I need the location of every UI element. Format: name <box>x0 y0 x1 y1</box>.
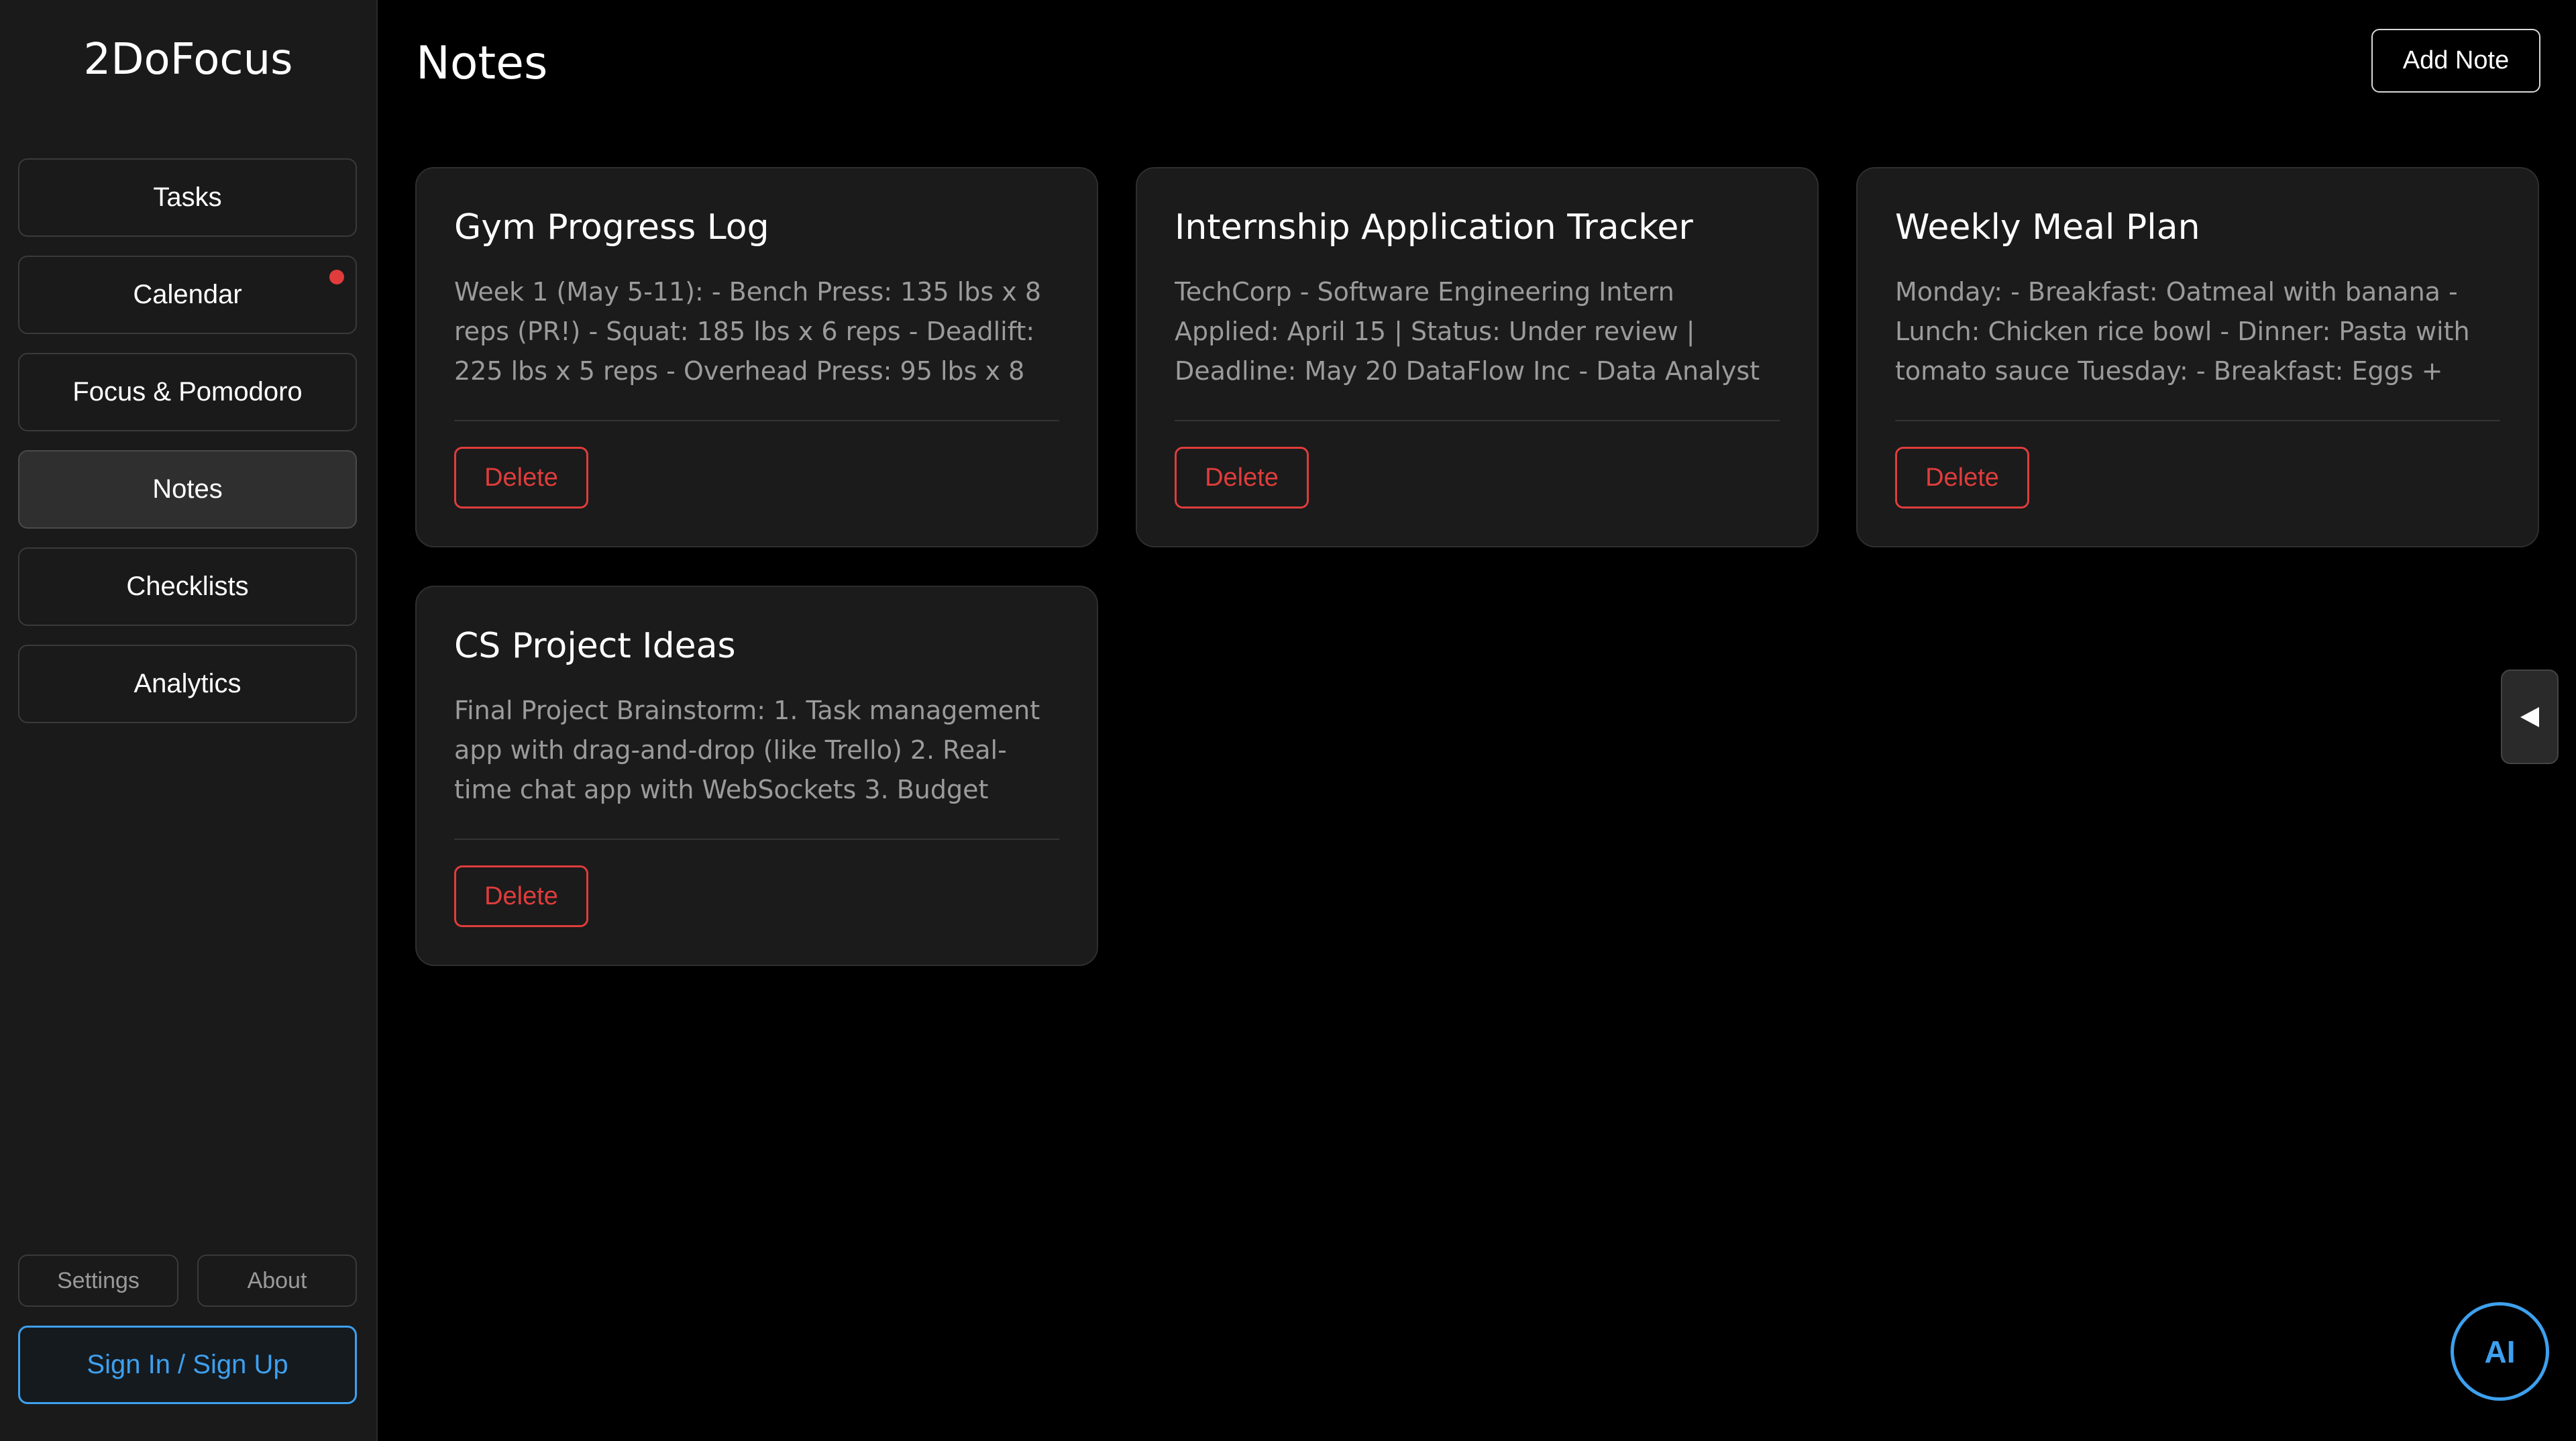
note-preview: Week 1 (May 5-11): - Bench Press: 135 lb… <box>454 277 1042 386</box>
delete-note-button[interactable]: Delete <box>454 865 588 927</box>
delete-note-button[interactable]: Delete <box>1895 447 2029 509</box>
brand-title: 2DoFocus <box>83 35 293 85</box>
sidebar-item-checklists[interactable]: Checklists <box>18 547 357 626</box>
note-divider <box>454 839 1059 840</box>
note-title: Weekly Meal Plan <box>1895 207 2200 248</box>
ai-assistant-button[interactable]: AI <box>2451 1302 2549 1401</box>
note-card[interactable]: Weekly Meal Plan Monday: - Breakfast: Oa… <box>1856 167 2539 547</box>
sidebar-item-calendar[interactable]: Calendar <box>18 256 357 334</box>
sidebar-item-label: Calendar <box>133 280 242 309</box>
collapse-panel-button[interactable] <box>2501 670 2559 764</box>
page-title: Notes <box>416 37 548 90</box>
sidebar-item-label: Analytics <box>133 669 241 698</box>
sidebar-item-tasks[interactable]: Tasks <box>18 158 357 237</box>
notification-dot-icon <box>329 270 344 284</box>
note-title: Internship Application Tracker <box>1175 207 1693 248</box>
sidebar-item-label: Checklists <box>126 572 249 601</box>
note-divider <box>454 420 1059 421</box>
note-divider <box>1895 420 2500 421</box>
note-preview: Final Project Brainstorm: 1. Task manage… <box>454 696 1040 804</box>
sidebar: 2DoFocus Tasks Calendar Focus & Pomodoro… <box>0 0 378 1441</box>
sidebar-item-label: Notes <box>152 474 223 504</box>
note-preview: TechCorp - Software Engineering Intern A… <box>1175 277 1760 386</box>
sidebar-item-notes[interactable]: Notes <box>18 450 357 529</box>
about-button[interactable]: About <box>197 1255 357 1307</box>
note-preview: Monday: - Breakfast: Oatmeal with banana… <box>1895 277 2470 386</box>
delete-note-button[interactable]: Delete <box>454 447 588 509</box>
triangle-left-icon <box>2520 706 2539 727</box>
note-title: Gym Progress Log <box>454 207 769 248</box>
sidebar-item-analytics[interactable]: Analytics <box>18 645 357 723</box>
sign-in-button[interactable]: Sign In / Sign Up <box>18 1326 357 1404</box>
sidebar-item-focus-pomodoro[interactable]: Focus & Pomodoro <box>18 353 357 431</box>
settings-button[interactable]: Settings <box>18 1255 178 1307</box>
note-card[interactable]: CS Project Ideas Final Project Brainstor… <box>415 586 1098 966</box>
note-divider <box>1175 420 1780 421</box>
sidebar-item-label: Tasks <box>153 182 222 212</box>
add-note-button[interactable]: Add Note <box>2371 29 2540 93</box>
delete-note-button[interactable]: Delete <box>1175 447 1309 509</box>
note-card[interactable]: Internship Application Tracker TechCorp … <box>1136 167 1819 547</box>
sidebar-item-label: Focus & Pomodoro <box>72 377 303 407</box>
app-root: 2DoFocus Tasks Calendar Focus & Pomodoro… <box>0 0 2576 1441</box>
note-title: CS Project Ideas <box>454 626 736 666</box>
note-card[interactable]: Gym Progress Log Week 1 (May 5-11): - Be… <box>415 167 1098 547</box>
